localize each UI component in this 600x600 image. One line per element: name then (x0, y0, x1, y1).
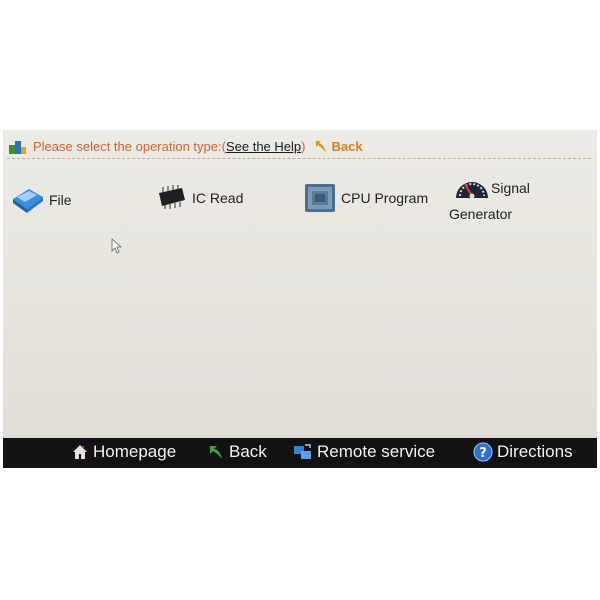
header-back-label: Back (331, 138, 363, 154)
directions-label: Directions (497, 442, 573, 461)
cpu-icon (305, 184, 335, 212)
remote-service-button[interactable]: Remote service (293, 442, 435, 462)
operation-signal-generator[interactable]: Signal Generator (447, 170, 577, 226)
home-icon (73, 445, 87, 459)
chip-icon (159, 185, 185, 209)
operation-file-label: File (49, 192, 72, 208)
operation-cpu-program-label: CPU Program (341, 190, 429, 206)
gauge-icon (456, 182, 488, 199)
remote-service-label: Remote service (317, 442, 436, 461)
help-paren-close: ) (301, 138, 306, 154)
main-display: Please select the operation type: ( See … (3, 130, 597, 438)
operation-signal-label-line1: Signal (491, 180, 530, 196)
header-back-button[interactable]: Back (313, 138, 363, 154)
taskbar-back-button[interactable]: Back (207, 442, 267, 462)
operation-ic-read[interactable]: IC Read (156, 185, 243, 211)
device-screen: Please select the operation type: ( See … (3, 130, 597, 468)
taskbar-back-label: Back (229, 442, 267, 461)
remote-service-icon (294, 444, 311, 459)
homepage-button[interactable]: Homepage (71, 442, 176, 462)
file-icon (13, 189, 43, 213)
operation-ic-read-label: IC Read (192, 190, 244, 206)
operation-prompt: Please select the operation type: (33, 138, 222, 154)
mouse-cursor-icon (111, 238, 123, 254)
operation-signal-label-line2: Generator (449, 206, 513, 222)
back-icon (210, 446, 222, 459)
bottom-taskbar: Homepage Back Remote service ? Direction… (3, 438, 597, 468)
svg-text:?: ? (479, 446, 487, 461)
back-arrow-icon (316, 141, 327, 152)
help-circle-icon: ? (473, 442, 493, 462)
directions-button[interactable]: ? Directions (473, 442, 573, 462)
see-help-link[interactable]: See the Help (226, 139, 301, 154)
app-logo-icon (9, 141, 26, 154)
homepage-label: Homepage (93, 442, 177, 461)
operation-file[interactable]: File (11, 185, 72, 215)
header-bar: Please select the operation type: ( See … (7, 134, 591, 159)
operation-cpu-program[interactable]: CPU Program (303, 182, 428, 214)
